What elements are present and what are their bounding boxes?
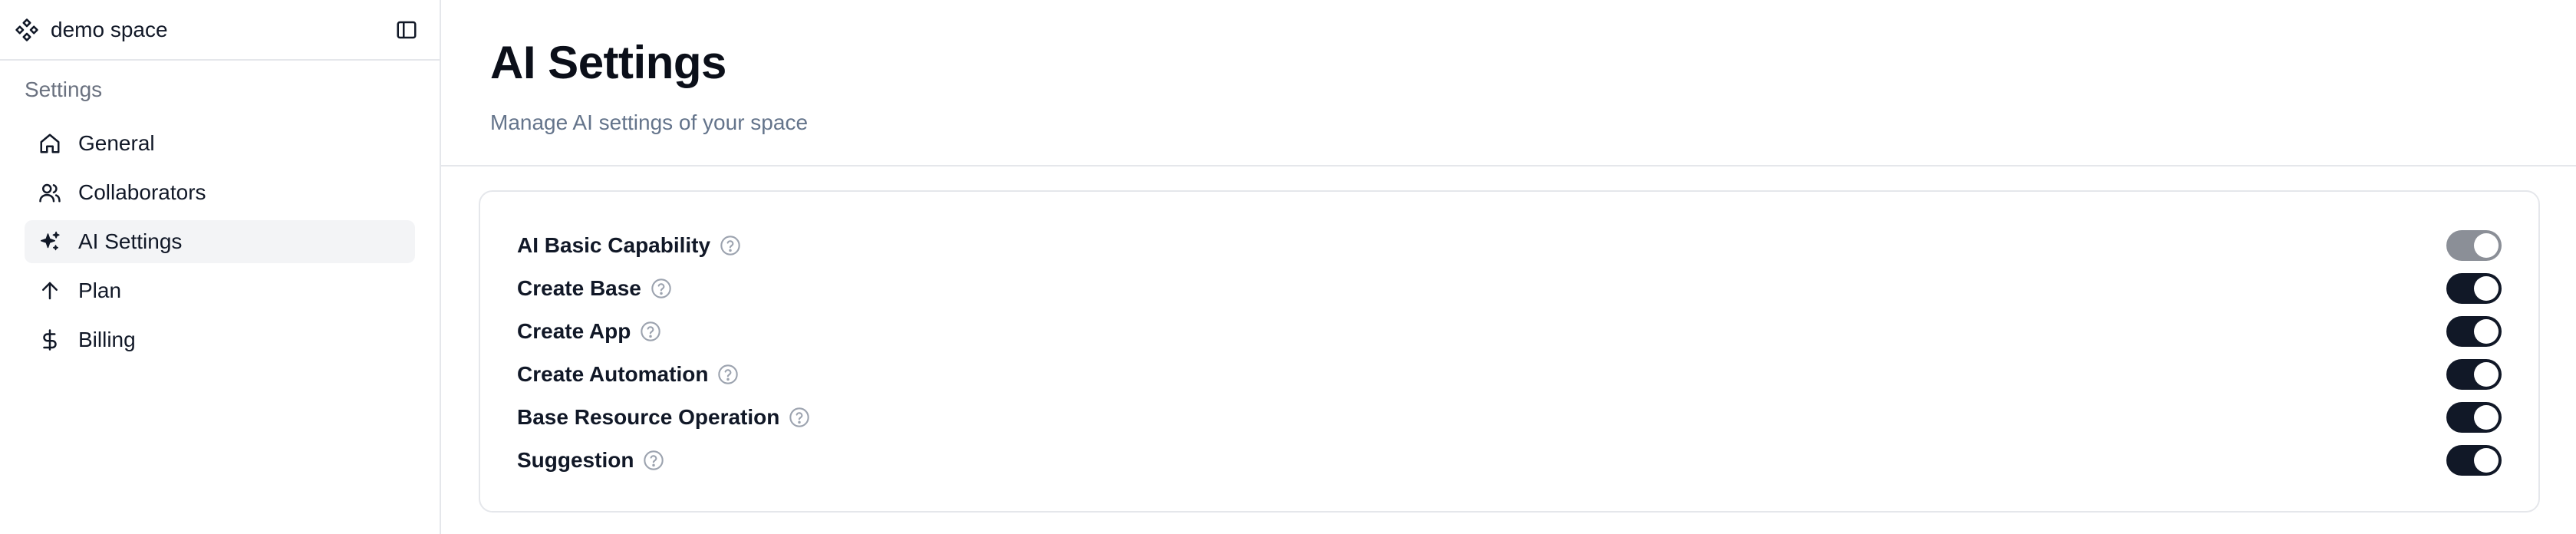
arrow-up-icon bbox=[37, 278, 63, 304]
setting-label: Base Resource Operation bbox=[517, 405, 780, 429]
sidebar-toggle-icon[interactable] bbox=[392, 15, 421, 44]
toggle-switch[interactable] bbox=[2446, 230, 2502, 261]
setting-row-create-automation: Create Automation bbox=[517, 353, 2502, 396]
page-header: AI Settings Manage AI settings of your s… bbox=[441, 0, 2576, 166]
settings-nav: General Collaborators AI Settings Plan B… bbox=[0, 122, 440, 361]
settings-section-label: Settings bbox=[25, 77, 103, 101]
sidebar-item-ai-settings[interactable]: AI Settings bbox=[25, 220, 415, 263]
setting-label: Create Automation bbox=[517, 362, 709, 386]
sidebar-item-label: Billing bbox=[78, 328, 136, 351]
toggle-switch[interactable] bbox=[2446, 359, 2502, 390]
sidebar-item-general[interactable]: General bbox=[25, 122, 415, 165]
app-root: demo space Settings General Collaborator… bbox=[0, 0, 2576, 534]
switch-knob bbox=[2474, 233, 2499, 258]
page-subtitle: Manage AI settings of your space bbox=[490, 110, 809, 134]
users-icon bbox=[37, 180, 63, 206]
sidebar: demo space Settings General Collaborator… bbox=[0, 0, 441, 534]
switch-knob bbox=[2474, 448, 2499, 473]
setting-row-ai-basic-capability: AI Basic Capability bbox=[517, 224, 2502, 267]
setting-row-base-resource-operation: Base Resource Operation bbox=[517, 396, 2502, 439]
switch-knob bbox=[2474, 405, 2499, 430]
main-content: AI Settings Manage AI settings of your s… bbox=[441, 0, 2576, 534]
help-icon[interactable] bbox=[716, 362, 740, 387]
page-title: AI Settings bbox=[490, 37, 726, 88]
toggle-switch[interactable] bbox=[2446, 273, 2502, 304]
setting-label: Create Base bbox=[517, 276, 641, 300]
home-icon bbox=[37, 130, 63, 157]
toggle-switch[interactable] bbox=[2446, 316, 2502, 347]
space-name[interactable]: demo space bbox=[51, 18, 168, 42]
setting-row-suggestion: Suggestion bbox=[517, 439, 2502, 482]
sidebar-item-label: Collaborators bbox=[78, 180, 206, 204]
setting-row-create-app: Create App bbox=[517, 310, 2502, 353]
help-icon[interactable] bbox=[718, 233, 743, 258]
sidebar-item-collaborators[interactable]: Collaborators bbox=[25, 171, 415, 214]
help-icon[interactable] bbox=[641, 448, 666, 473]
sidebar-header: demo space bbox=[0, 0, 440, 61]
sidebar-item-plan[interactable]: Plan bbox=[25, 269, 415, 312]
setting-label: Create App bbox=[517, 319, 631, 343]
setting-row-create-base: Create Base bbox=[517, 267, 2502, 310]
space-logo-icon bbox=[12, 15, 41, 44]
help-icon[interactable] bbox=[787, 405, 812, 430]
ai-settings-card: AI Basic Capability Create Base Create A… bbox=[479, 190, 2540, 513]
help-icon[interactable] bbox=[649, 276, 674, 301]
setting-label: Suggestion bbox=[517, 448, 634, 472]
switch-knob bbox=[2474, 276, 2499, 301]
setting-label: AI Basic Capability bbox=[517, 233, 711, 257]
sidebar-item-label: General bbox=[78, 131, 155, 155]
help-icon[interactable] bbox=[638, 319, 663, 344]
switch-knob bbox=[2474, 362, 2499, 387]
dollar-icon bbox=[37, 327, 63, 353]
sidebar-item-label: Plan bbox=[78, 279, 122, 302]
switch-knob bbox=[2474, 319, 2499, 344]
sidebar-item-label: AI Settings bbox=[78, 229, 183, 253]
toggle-switch[interactable] bbox=[2446, 445, 2502, 476]
toggle-switch[interactable] bbox=[2446, 402, 2502, 433]
sparkles-icon bbox=[37, 229, 63, 255]
sidebar-item-billing[interactable]: Billing bbox=[25, 318, 415, 361]
